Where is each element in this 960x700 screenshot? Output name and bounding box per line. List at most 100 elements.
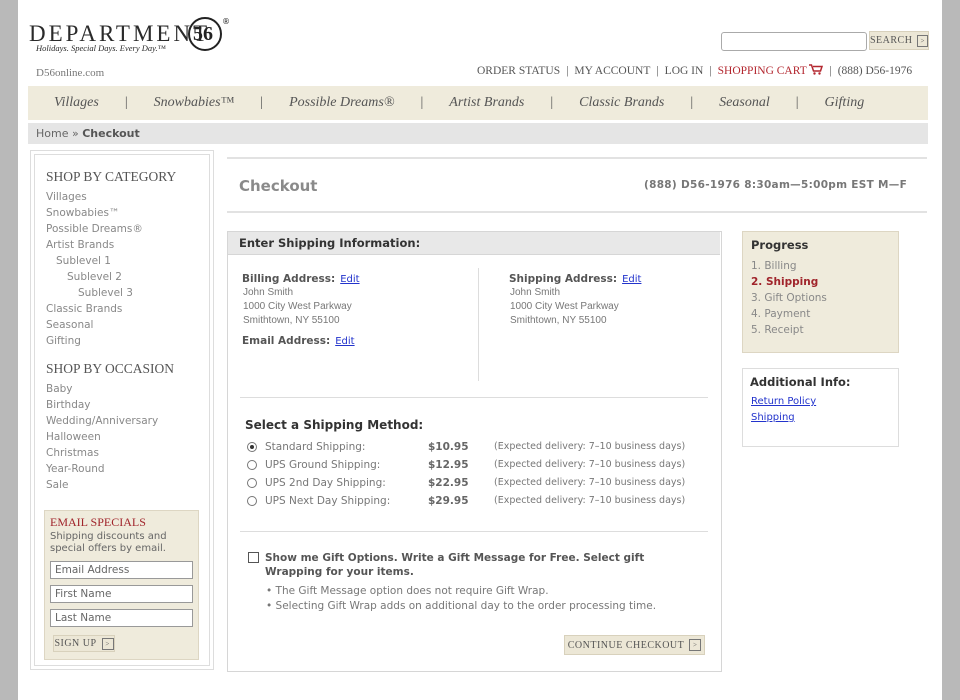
sidebar-item-villages[interactable]: Villages <box>46 191 87 203</box>
email-specials-box: EMAIL SPECIALS Shipping discounts and sp… <box>44 510 199 660</box>
breadcrumb-home[interactable]: Home <box>36 127 68 140</box>
email-field[interactable] <box>50 561 193 579</box>
shipping-option-delivery: (Expected delivery: 7–10 business days) <box>494 477 686 488</box>
separator: | <box>690 95 694 110</box>
order-status-link[interactable]: ORDER STATUS <box>477 65 560 77</box>
radio-button[interactable] <box>247 460 257 470</box>
sidebar-item-seasonal[interactable]: Seasonal <box>46 319 93 331</box>
breadcrumb-sep: » <box>71 127 79 140</box>
divider <box>478 268 479 381</box>
search-button[interactable]: SEARCH > <box>869 31 929 50</box>
first-name-field[interactable] <box>50 585 193 603</box>
divider <box>240 531 708 532</box>
last-name-field[interactable] <box>50 609 193 627</box>
utility-nav: ORDER STATUS | MY ACCOUNT | LOG IN | SHOPPING … <box>477 64 912 77</box>
shipping-option-delivery: (Expected delivery: 7–10 business days) <box>494 495 686 506</box>
shipping-option-name: UPS Next Day Shipping: <box>265 495 391 507</box>
shopping-cart-link[interactable]: SHOPPING CART <box>718 65 807 77</box>
radio-button[interactable] <box>247 478 257 488</box>
sidebar-item-artist-brands[interactable]: Artist Brands <box>46 239 114 251</box>
billing-city: Smithtown, NY 55100 <box>243 315 340 326</box>
gift-note: • Selecting Gift Wrap adds on additional… <box>266 600 657 612</box>
shipping-option-name: UPS Ground Shipping: <box>265 459 381 471</box>
separator: | <box>566 65 569 77</box>
support-phone: (888) D56-1976 8:30am—5:00pm EST M—F <box>644 179 908 191</box>
sidebar-item-birthday[interactable]: Birthday <box>46 399 91 411</box>
additional-info-title: Additional Info: <box>750 375 851 389</box>
billing-address-label: Billing Address: Edit <box>242 273 360 285</box>
shipping-option-delivery: (Expected delivery: 7–10 business days) <box>494 459 686 470</box>
site-url: D56online.com <box>36 67 105 79</box>
nav-snowbabies[interactable]: Snowbabies™ <box>148 95 241 111</box>
edit-email-link[interactable]: Edit <box>335 336 354 347</box>
separator: | <box>709 65 712 77</box>
sidebar-item-halloween[interactable]: Halloween <box>46 431 101 443</box>
email-specials-title: EMAIL SPECIALS <box>50 515 146 529</box>
shipping-name: John Smith <box>510 287 561 298</box>
cart-icon[interactable] <box>809 64 824 75</box>
billing-address-text: Billing Address: <box>242 273 336 285</box>
gift-note: • The Gift Message option does not requi… <box>266 585 549 597</box>
shipping-info-link[interactable]: Shipping <box>751 412 795 423</box>
sidebar-item-christmas[interactable]: Christmas <box>46 447 99 459</box>
sign-up-label: SIGN UP <box>54 638 97 649</box>
sidebar-item-year-round[interactable]: Year-Round <box>46 463 105 475</box>
gift-options-label[interactable]: Show me Gift Options. Write a Gift Messa… <box>265 551 685 579</box>
shop-by-occasion-title: SHOP BY OCCASION <box>46 361 175 376</box>
progress-step-billing: 1. Billing <box>751 260 797 272</box>
search-input[interactable] <box>721 32 867 51</box>
billing-name: John Smith <box>243 287 294 298</box>
log-in-link[interactable]: LOG IN <box>665 65 704 77</box>
nav-seasonal[interactable]: Seasonal <box>713 95 776 111</box>
radio-button[interactable] <box>247 496 257 506</box>
shipping-option-name: Standard Shipping: <box>265 441 366 453</box>
edit-shipping-link[interactable]: Edit <box>622 274 641 285</box>
shipping-address-label: Shipping Address: Edit <box>509 273 641 285</box>
sidebar-item-sublevel-2[interactable]: Sublevel 2 <box>67 271 122 283</box>
separator: | <box>829 65 832 77</box>
additional-info-box: Additional Info: Return Policy Shipping <box>742 368 899 447</box>
nav-villages[interactable]: Villages <box>48 95 105 111</box>
sidebar-item-sublevel-3[interactable]: Sublevel 3 <box>78 287 133 299</box>
progress-step-gift-options: 3. Gift Options <box>751 292 827 304</box>
page-title: Checkout <box>239 177 318 195</box>
sign-up-button[interactable]: SIGN UP > <box>53 635 115 652</box>
shipping-address: John Smith 1000 City West Parkway Smitht… <box>510 286 619 328</box>
sidebar-item-baby[interactable]: Baby <box>46 383 73 395</box>
logo-mark-icon[interactable]: 56 <box>188 17 222 51</box>
shipping-city: Smithtown, NY 55100 <box>510 315 607 326</box>
sidebar-item-possible-dreams[interactable]: Possible Dreams® <box>46 223 143 235</box>
logo-mark-text: 56 <box>193 23 213 45</box>
phone-number: (888) D56-1976 <box>837 65 913 77</box>
search-button-label: SEARCH <box>870 35 913 46</box>
continue-checkout-button[interactable]: CONTINUE CHECKOUT > <box>564 635 705 655</box>
logo-tagline: Holidays. Special Days. Every Day.™ <box>36 43 166 53</box>
shipping-option-name: UPS 2nd Day Shipping: <box>265 477 386 489</box>
gift-options-checkbox[interactable] <box>248 552 259 563</box>
shipping-street: 1000 City West Parkway <box>510 301 619 312</box>
sidebar-item-classic-brands[interactable]: Classic Brands <box>46 303 122 315</box>
return-policy-link[interactable]: Return Policy <box>751 396 816 407</box>
sidebar-item-snowbabies[interactable]: Snowbabies™ <box>46 207 119 219</box>
nav-gifting[interactable]: Gifting <box>819 95 871 111</box>
sidebar-item-gifting[interactable]: Gifting <box>46 335 81 347</box>
sidebar-item-sublevel-1[interactable]: Sublevel 1 <box>56 255 111 267</box>
progress-step-receipt: 5. Receipt <box>751 324 804 336</box>
separator: | <box>260 95 264 110</box>
nav-classic-brands[interactable]: Classic Brands <box>573 95 670 111</box>
separator: | <box>656 65 659 77</box>
sidebar-item-sale[interactable]: Sale <box>46 479 68 491</box>
shop-by-category-title: SHOP BY CATEGORY <box>46 169 177 184</box>
sidebar-item-wedding[interactable]: Wedding/Anniversary <box>46 415 158 427</box>
progress-box: Progress 1. Billing 2. Shipping 3. Gift … <box>742 231 899 353</box>
billing-address: John Smith 1000 City West Parkway Smitht… <box>243 286 352 328</box>
email-address-label: Email Address: Edit <box>242 335 355 347</box>
radio-selected[interactable] <box>247 442 257 452</box>
shipping-option-price: $22.95 <box>428 477 469 489</box>
my-account-link[interactable]: MY ACCOUNT <box>574 65 650 77</box>
continue-checkout-label: CONTINUE CHECKOUT <box>567 639 685 651</box>
nav-possible-dreams[interactable]: Possible Dreams® <box>283 95 400 111</box>
breadcrumb-current: Checkout <box>82 127 140 140</box>
nav-artist-brands[interactable]: Artist Brands <box>443 95 530 111</box>
edit-billing-link[interactable]: Edit <box>340 274 359 285</box>
